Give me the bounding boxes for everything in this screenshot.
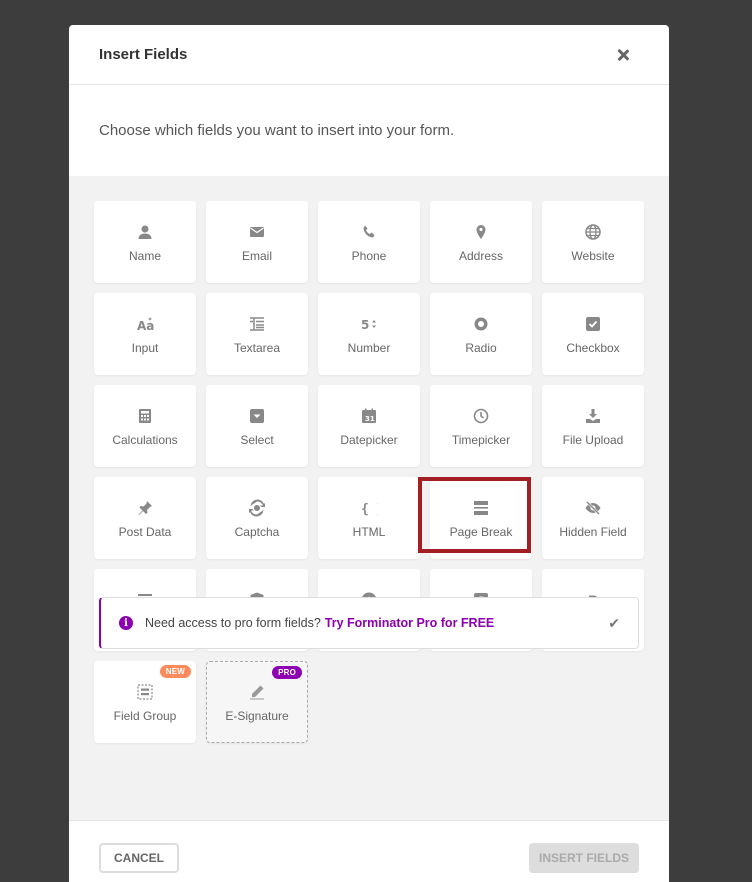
field-tile-name[interactable]: Name — [94, 201, 196, 283]
field-tile-hidden-field[interactable]: Hidden Field — [542, 477, 644, 559]
page-break-icon — [472, 499, 490, 517]
field-tile-page-break[interactable]: Page Break — [430, 477, 532, 559]
text-input-icon: Aa — [136, 315, 154, 333]
map-pin-icon — [472, 223, 490, 241]
upload-icon — [584, 407, 602, 425]
try-pro-link[interactable]: Try Forminator Pro for FREE — [325, 616, 494, 630]
code-braces-icon: { } — [360, 499, 378, 517]
number-icon: 5 — [360, 315, 378, 333]
field-tile-label: Input — [131, 341, 159, 355]
field-tile-captcha[interactable]: Captcha — [206, 477, 308, 559]
field-tile-label: Radio — [465, 341, 497, 355]
field-tile-label: Email — [241, 249, 272, 263]
insert-fields-button[interactable]: INSERT FIELDS — [529, 842, 639, 873]
captcha-icon — [248, 499, 266, 517]
field-group-icon — [136, 683, 154, 701]
field-tile-label: Select — [240, 433, 274, 447]
field-tile-textarea[interactable]: Textarea — [206, 293, 308, 375]
info-icon: i — [119, 616, 133, 630]
close-icon[interactable] — [613, 45, 633, 65]
phone-icon — [360, 223, 378, 241]
pen-icon — [248, 683, 266, 701]
field-tile-label: Field Group — [113, 709, 177, 723]
envelope-icon — [248, 223, 266, 241]
calculator-icon — [136, 407, 154, 425]
svg-text:{ }: { } — [361, 502, 378, 517]
dialog-footer: CANCEL INSERT FIELDS — [69, 820, 669, 882]
textarea-icon — [248, 315, 266, 333]
svg-text:31: 31 — [365, 415, 375, 423]
fields-grid: Name Email Phone Address Website Aa Input Texta… — [94, 201, 644, 743]
field-tile-input[interactable]: Aa Input — [94, 293, 196, 375]
field-tile-label: E-Signature — [225, 709, 289, 723]
field-tile-timepicker[interactable]: Timepicker — [430, 385, 532, 467]
pin-icon — [136, 499, 154, 517]
field-tile-phone[interactable]: Phone — [318, 201, 420, 283]
pro-badge: PRO — [272, 666, 302, 679]
dialog-intro: Choose which fields you want to insert i… — [99, 122, 455, 139]
field-tile-radio[interactable]: Radio — [430, 293, 532, 375]
radio-icon — [472, 315, 490, 333]
clock-icon — [472, 407, 490, 425]
field-tile-label: Number — [347, 341, 391, 355]
globe-icon — [584, 223, 602, 241]
new-badge: NEW — [159, 665, 191, 678]
select-icon — [248, 407, 266, 425]
field-tile-field-group[interactable]: NEW Field Group — [94, 661, 196, 743]
fields-panel: Name Email Phone Address Website Aa Input Texta… — [69, 176, 669, 820]
pro-notice: i Need access to pro form fields? Try Fo… — [99, 597, 639, 649]
field-tile-label: Hidden Field — [559, 525, 627, 539]
dismiss-check-icon[interactable]: ✔ — [608, 615, 620, 632]
svg-text:Aa: Aa — [137, 319, 154, 333]
field-tile-label: Post Data — [118, 525, 172, 539]
field-tile-checkbox[interactable]: Checkbox — [542, 293, 644, 375]
field-tile-label: File Upload — [562, 433, 624, 447]
field-tile-post-data[interactable]: Post Data — [94, 477, 196, 559]
field-tile-number[interactable]: 5 Number — [318, 293, 420, 375]
field-tile-html[interactable]: { } HTML — [318, 477, 420, 559]
field-tile-address[interactable]: Address — [430, 201, 532, 283]
user-icon — [136, 223, 154, 241]
field-tile-select[interactable]: Select — [206, 385, 308, 467]
field-tile-label: Name — [128, 249, 161, 263]
eye-slash-icon — [584, 499, 602, 517]
field-tile-label: Captcha — [234, 525, 280, 539]
svg-text:5: 5 — [361, 318, 369, 332]
field-tile-email[interactable]: Email — [206, 201, 308, 283]
field-tile-label: Datepicker — [340, 433, 398, 447]
field-tile-datepicker[interactable]: 31 Datepicker — [318, 385, 420, 467]
field-tile-label: Checkbox — [566, 341, 620, 355]
field-tile-label: Website — [571, 249, 615, 263]
field-tile-e-signature[interactable]: PRO E-Signature — [206, 661, 308, 743]
dialog-header: Insert Fields — [69, 25, 669, 85]
field-tile-label: Calculations — [112, 433, 178, 447]
insert-fields-dialog: Insert Fields Choose which fields you wa… — [69, 25, 669, 882]
checkbox-icon — [584, 315, 602, 333]
cancel-button[interactable]: CANCEL — [99, 842, 179, 873]
field-tile-website[interactable]: Website — [542, 201, 644, 283]
field-tile-label: HTML — [352, 525, 386, 539]
dialog-title: Insert Fields — [99, 46, 188, 63]
field-tile-label: Address — [458, 249, 504, 263]
field-tile-calculations[interactable]: Calculations — [94, 385, 196, 467]
calendar-icon: 31 — [360, 407, 378, 425]
field-tile-label: Timepicker — [451, 433, 511, 447]
field-tile-file-upload[interactable]: File Upload — [542, 385, 644, 467]
field-tile-label: Textarea — [233, 341, 281, 355]
notice-text: Need access to pro form fields? — [145, 616, 321, 630]
field-tile-label: Phone — [351, 249, 387, 263]
field-tile-label: Page Break — [449, 525, 513, 539]
